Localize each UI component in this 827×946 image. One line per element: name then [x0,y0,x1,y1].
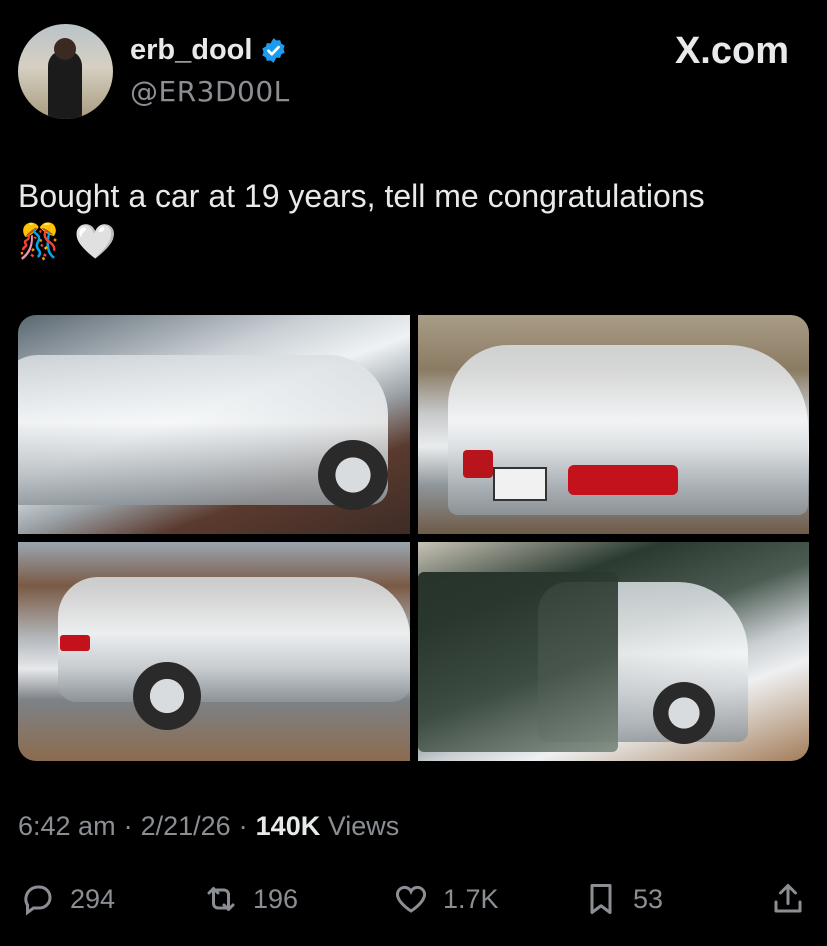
like-button[interactable]: 1.7K [393,881,499,917]
post-emojis: 🎊 🤍 [18,222,117,262]
views-label: Views [327,811,400,841]
post-text: Bought a car at 19 years, tell me congra… [18,178,705,214]
verified-badge-icon [262,38,286,63]
author-handle[interactable]: @ER3D00L [130,75,290,108]
bookmark-icon [590,884,612,914]
share-button[interactable] [770,881,806,917]
author-name-row[interactable]: erb_dool [130,34,287,67]
avatar-person [48,50,82,119]
author-display-name[interactable]: erb_dool [130,34,252,67]
media-grid[interactable] [18,315,809,761]
post-time[interactable]: 6:42 am [18,811,116,842]
reply-icon [24,885,52,916]
action-bar: 294 196 1.7K 53 [0,872,827,928]
car-photo-1[interactable] [18,315,410,534]
white-heart-emoji: 🤍 [74,223,117,261]
site-label: X.com [674,30,789,72]
bookmark-count: 53 [633,883,664,914]
meta-separator-2: · [238,811,248,841]
car-photo-4[interactable] [418,542,809,761]
confetti-emoji: 🎊 [18,223,61,261]
repost-button[interactable]: 196 [203,881,298,917]
like-count: 1.7K [443,883,499,914]
bookmark-button[interactable]: 53 [583,881,663,917]
repost-count: 196 [253,883,299,914]
like-icon [396,885,426,913]
post-date[interactable]: 2/21/26 [141,811,231,842]
reply-button[interactable]: 294 [20,881,115,917]
reply-count: 294 [70,883,116,914]
avatar-head [54,38,76,60]
share-icon [774,884,802,913]
meta-separator: · [123,811,133,841]
views-count: 140K [255,811,321,841]
avatar[interactable] [18,24,113,119]
post-meta: 6:42 am · 2/21/26 · 140K Views [18,811,399,842]
car-photo-3[interactable] [18,542,410,761]
car-photo-2[interactable] [418,315,809,534]
repost-icon [207,887,235,911]
